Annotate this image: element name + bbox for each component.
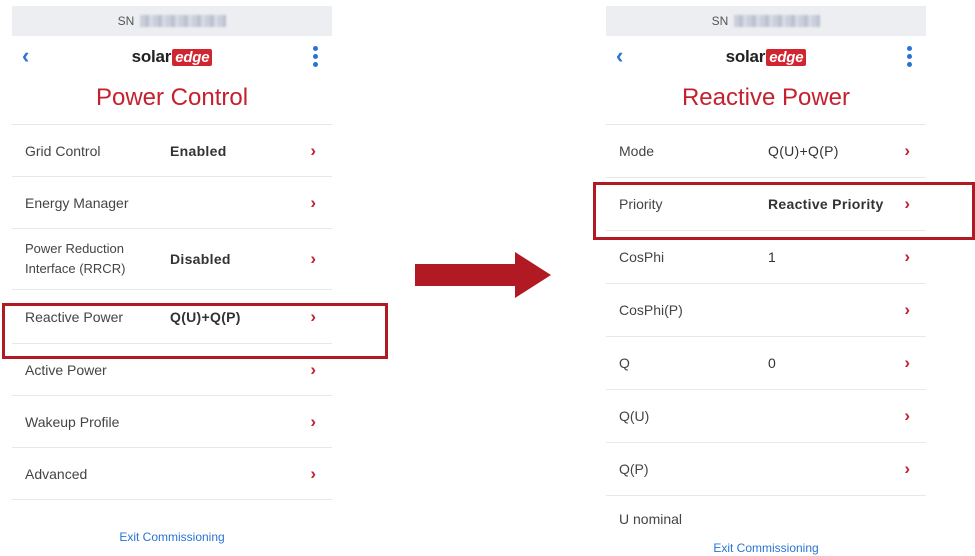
row-label: Wakeup Profile: [25, 413, 120, 430]
row-label: Q: [619, 355, 630, 371]
chevron-right-icon: ›: [904, 247, 910, 266]
row-value: Disabled: [170, 251, 231, 267]
row-priority[interactable]: Priority Reactive Priority ›: [606, 178, 926, 231]
serial-number-label: SN: [711, 14, 729, 28]
row-advanced[interactable]: Advanced ›: [12, 448, 332, 500]
row-cosphi-p[interactable]: CosPhi(P) ›: [606, 284, 926, 337]
row-label: Mode: [619, 143, 655, 159]
chevron-right-icon: ›: [310, 411, 316, 431]
settings-list: Grid Control Enabled › Energy Manager › …: [12, 124, 332, 500]
solaredge-logo: solar edge: [726, 47, 807, 67]
row-label: Power Reduction Interface (RRCR): [25, 241, 126, 276]
row-grid-control[interactable]: Grid Control Enabled ›: [12, 125, 332, 177]
serial-number-value-blurred: [734, 15, 821, 27]
row-energy-manager[interactable]: Energy Manager ›: [12, 177, 332, 229]
back-chevron-icon[interactable]: ‹: [616, 44, 623, 68]
row-wakeup-profile[interactable]: Wakeup Profile ›: [12, 396, 332, 448]
chevron-right-icon: ›: [904, 194, 910, 213]
chevron-right-icon: ›: [310, 249, 316, 268]
power-control-screen: SN ‹ solar edge Power Control Grid Contro…: [12, 6, 332, 556]
row-value: Q(U)+Q(P): [170, 308, 241, 325]
serial-number-bar: SN: [12, 6, 332, 36]
more-menu-icon[interactable]: [312, 46, 318, 67]
row-q[interactable]: Q 0 ›: [606, 337, 926, 390]
row-label: Advanced: [25, 465, 88, 482]
exit-commissioning-link[interactable]: Exit Commissioning: [606, 541, 926, 555]
row-label: U nominal: [619, 511, 683, 527]
exit-commissioning-link[interactable]: Exit Commissioning: [12, 530, 332, 544]
row-value: Reactive Priority: [768, 196, 884, 212]
row-q-p[interactable]: Q(P) ›: [606, 443, 926, 496]
row-q-u[interactable]: Q(U) ›: [606, 390, 926, 443]
arrow-right-icon: [415, 252, 551, 298]
row-value: 1: [768, 249, 777, 265]
solaredge-logo: solar edge: [132, 47, 213, 67]
page-title: Reactive Power: [681, 84, 851, 111]
chevron-right-icon: ›: [904, 406, 910, 425]
settings-list: Mode Q(U)+Q(P) › Priority Reactive Prior…: [606, 124, 926, 542]
row-label: Priority: [619, 196, 663, 212]
row-mode[interactable]: Mode Q(U)+Q(P) ›: [606, 125, 926, 178]
row-label: CosPhi(P): [619, 302, 683, 318]
chevron-right-icon: ›: [310, 306, 316, 326]
row-reactive-power[interactable]: Reactive Power Q(U)+Q(P) ›: [12, 290, 332, 344]
row-power-reduction-interface[interactable]: Power Reduction Interface (RRCR) Disable…: [12, 229, 332, 290]
chevron-right-icon: ›: [310, 359, 316, 379]
row-label: CosPhi: [619, 249, 665, 265]
row-label: Active Power: [25, 361, 107, 378]
chevron-right-icon: ›: [310, 192, 316, 212]
row-label: Reactive Power: [25, 308, 124, 325]
navigation-bar: ‹ solar edge: [12, 36, 332, 78]
chevron-right-icon: ›: [904, 353, 910, 372]
chevron-right-icon: ›: [904, 141, 910, 160]
serial-number-bar: SN: [606, 6, 926, 36]
chevron-right-icon: ›: [310, 463, 316, 483]
reactive-power-screen: SN ‹ solar edge Reactive Power Mode Q(U)+…: [606, 6, 926, 556]
row-value: Enabled: [170, 142, 227, 159]
row-u-nominal[interactable]: U nominal: [606, 496, 926, 542]
serial-number-value-blurred: [140, 15, 227, 27]
navigation-bar: ‹ solar edge: [606, 36, 926, 78]
row-label: Grid Control: [25, 142, 101, 159]
row-label: Q(U): [619, 408, 650, 424]
row-label: Q(P): [619, 461, 649, 477]
page-title: Power Control: [95, 84, 249, 111]
more-menu-icon[interactable]: [906, 46, 912, 67]
row-value: Q(U)+Q(P): [768, 143, 839, 159]
row-cosphi[interactable]: CosPhi 1 ›: [606, 231, 926, 284]
chevron-right-icon: ›: [310, 140, 316, 160]
chevron-right-icon: ›: [904, 300, 910, 319]
serial-number-label: SN: [117, 14, 135, 28]
back-chevron-icon[interactable]: ‹: [22, 44, 29, 68]
row-value: 0: [768, 355, 777, 371]
row-label: Energy Manager: [25, 194, 129, 211]
row-active-power[interactable]: Active Power ›: [12, 344, 332, 396]
chevron-right-icon: ›: [904, 459, 910, 478]
